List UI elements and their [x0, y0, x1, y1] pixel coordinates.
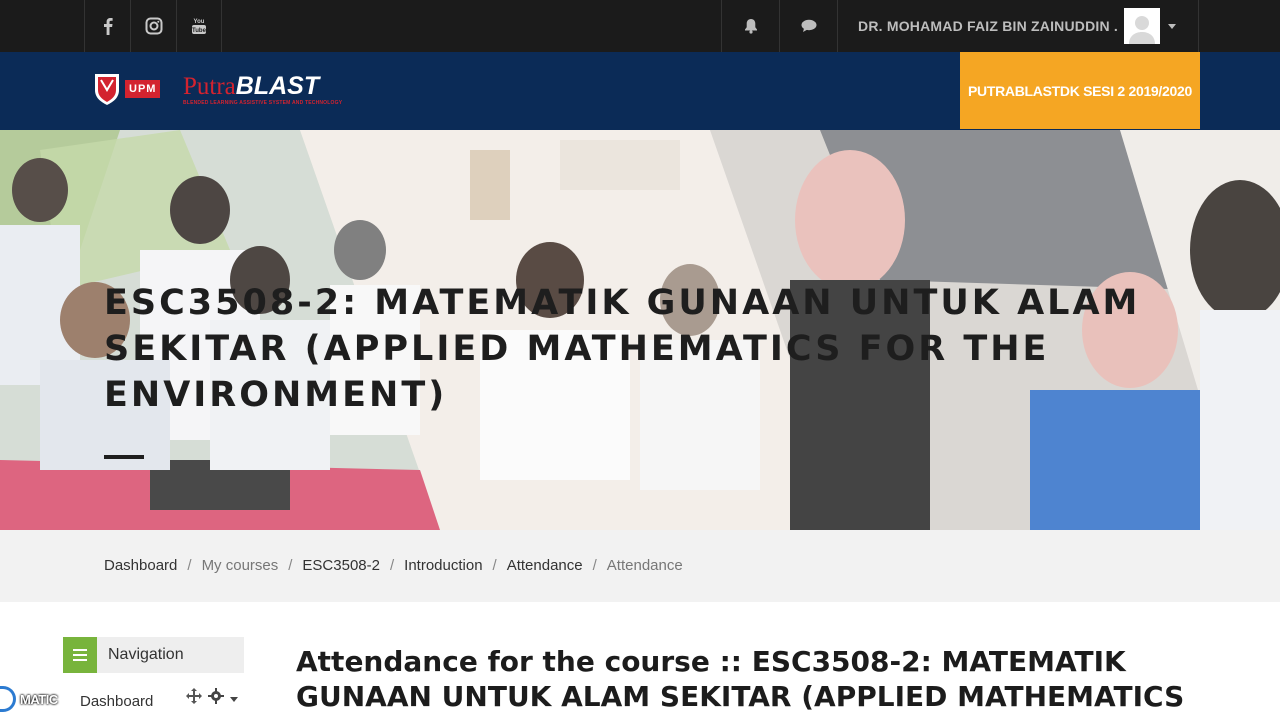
upm-shield-icon [95, 74, 119, 105]
breadcrumb-introduction[interactable]: Introduction [404, 557, 482, 574]
hamburger-icon[interactable] [63, 637, 97, 673]
chevron-down-icon [1168, 23, 1176, 29]
matic-overlay[interactable]: MATIC [0, 686, 58, 712]
matic-label: MATIC [20, 691, 58, 707]
breadcrumb-separator: / [389, 557, 395, 574]
bell-icon[interactable] [721, 0, 779, 52]
breadcrumb-current: Attendance [606, 557, 683, 574]
breadcrumb-separator: / [492, 557, 497, 574]
blast-text: BLAST [235, 72, 320, 100]
breadcrumb-course[interactable]: ESC3508-2 [302, 557, 380, 574]
breadcrumb-bar: Dashboard / My courses / ESC3508-2 / Int… [0, 530, 1280, 602]
breadcrumb: Dashboard / My courses / ESC3508-2 / Int… [104, 557, 683, 574]
course-title: ESC3508-2: MATEMATIK GUNAAN UNTUK ALAM S… [104, 283, 1141, 415]
chevron-down-icon[interactable] [230, 690, 238, 707]
youtube-icon[interactable]: You Tube [176, 0, 222, 52]
user-menu[interactable]: DR. MOHAMAD FAIZ BIN ZAINUDDIN . [837, 0, 1199, 52]
course-hero-banner: ESC3508-2: MATEMATIK GUNAAN UNTUK ALAM S… [0, 130, 1280, 530]
breadcrumb-separator: / [592, 557, 597, 574]
breadcrumb-attendance[interactable]: Attendance [507, 557, 583, 574]
navigation-title: Navigation [108, 646, 184, 663]
breadcrumb-my-courses: My courses [201, 557, 279, 574]
putrablast-tagline: BLENDED LEARNING ASSISTIVE SYSTEM AND TE… [183, 100, 343, 106]
title-underline [104, 455, 144, 459]
gear-icon[interactable] [208, 688, 224, 708]
nav-item-dashboard[interactable]: Dashboard [80, 693, 153, 710]
session-button[interactable]: PUTRABLASTDK SESI 2 2019/2020 [960, 52, 1200, 129]
upm-badge: UPM [125, 80, 161, 98]
user-area: DR. MOHAMAD FAIZ BIN ZAINUDDIN . [721, 0, 1199, 52]
avatar [1124, 8, 1160, 44]
putrablast-logo[interactable]: PutraBLAST BLENDED LEARNING ASSISTIVE SY… [183, 72, 343, 107]
navigation-block-header[interactable]: Navigation [63, 637, 244, 673]
instagram-icon[interactable] [130, 0, 176, 52]
putra-text: Putra [183, 73, 236, 100]
page-content: Navigation MATIC Dashboard Attendance fo… [0, 602, 1280, 720]
chat-icon[interactable] [779, 0, 837, 52]
breadcrumb-separator: / [187, 557, 192, 574]
user-name: DR. MOHAMAD FAIZ BIN ZAINUDDIN . [858, 18, 1118, 34]
upm-logo[interactable]: UPM [93, 72, 161, 106]
svg-text:Tube: Tube [192, 28, 207, 34]
breadcrumb-dashboard[interactable]: Dashboard [104, 557, 177, 574]
matic-circle-icon [0, 686, 16, 712]
top-bar: You Tube DR. MOHAMAD FAIZ BIN ZAINUDDIN . [0, 0, 1280, 52]
breadcrumb-separator: / [288, 557, 293, 574]
block-controls [186, 688, 244, 708]
social-links: You Tube [84, 0, 222, 52]
page-heading: Attendance for the course :: ESC3508-2: … [296, 645, 1185, 713]
move-icon[interactable] [186, 688, 202, 708]
facebook-icon[interactable] [84, 0, 130, 52]
svg-text:You: You [194, 19, 205, 25]
